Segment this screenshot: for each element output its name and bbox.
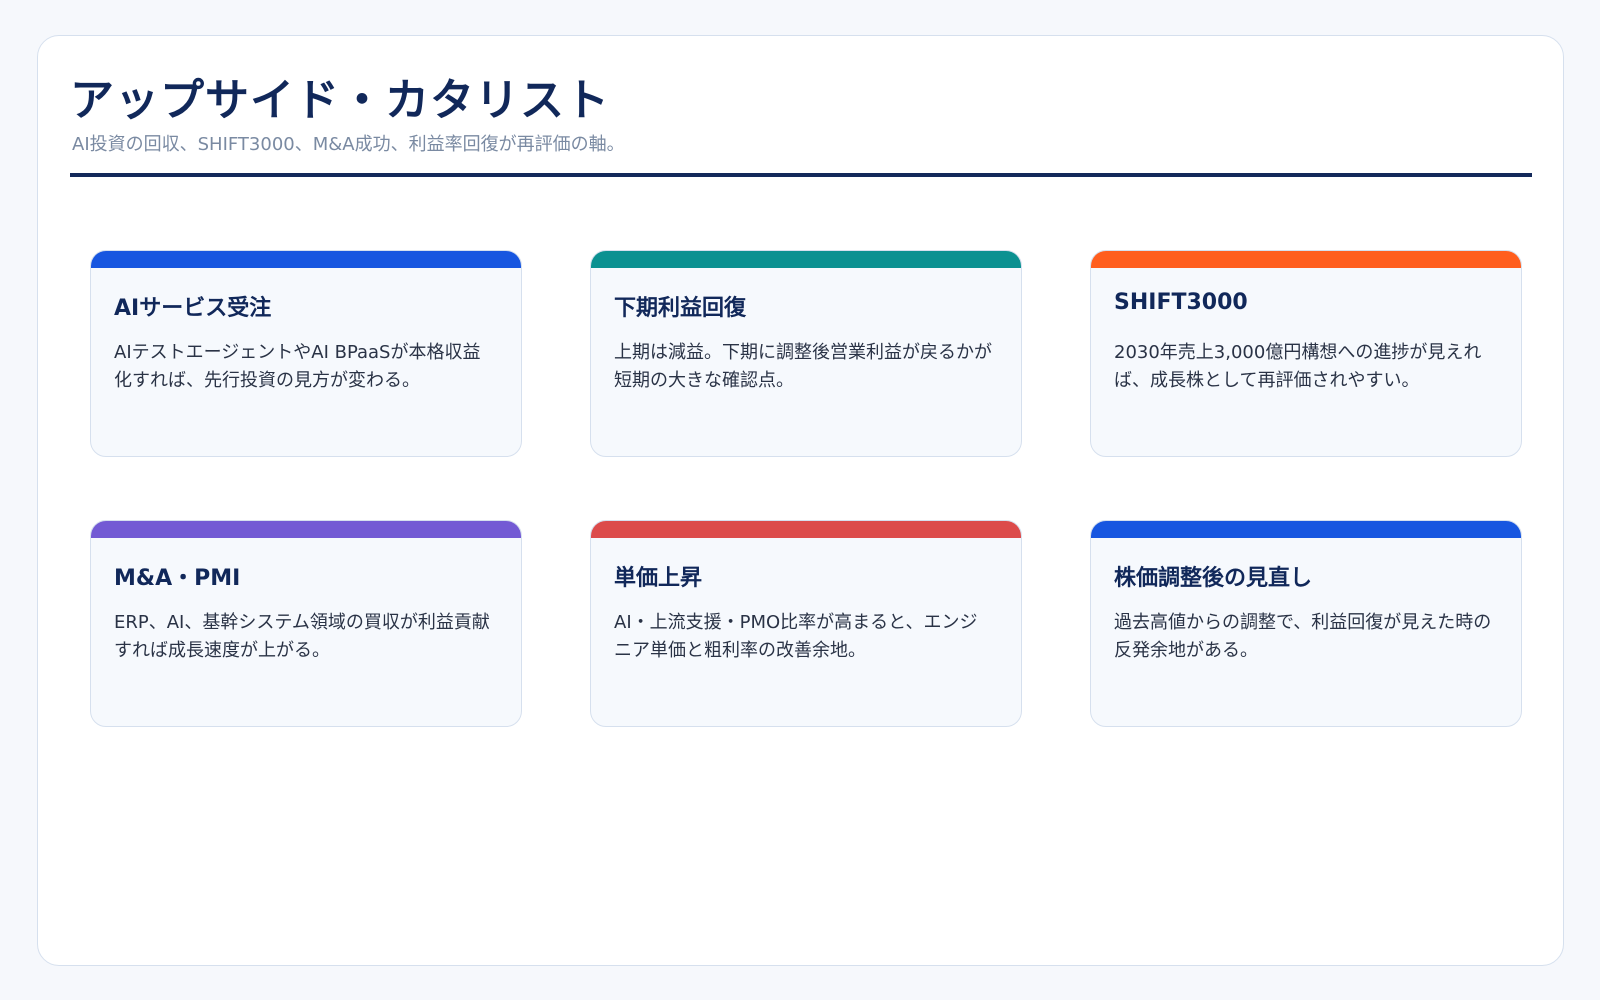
card-title: AIサービス受注 <box>114 296 272 321</box>
card-title: 下期利益回復 <box>614 296 747 321</box>
card-title: 単価上昇 <box>614 566 703 591</box>
page-subtitle: AI投資の回収、SHIFT3000、M&A成功、利益率回復が再評価の軸。 <box>72 134 625 155</box>
card-title: M&A・PMI <box>114 566 241 591</box>
catalyst-card-shift3000: SHIFT3000 2030年売上3,000億円構想への進捗が見えれば、成長株と… <box>1090 250 1522 457</box>
card-accent-bar <box>1091 251 1521 268</box>
catalyst-grid: AIサービス受注 AIテストエージェントやAI BPaaSが本格収益化すれば、先… <box>90 250 1522 727</box>
slide-frame: アップサイド・カタリスト AI投資の回収、SHIFT3000、M&A成功、利益率… <box>37 35 1564 966</box>
catalyst-card-ma-pmi: M&A・PMI ERP、AI、基幹システム領域の買収が利益貢献すれば成長速度が上… <box>90 520 522 727</box>
card-body: 上期は減益。下期に調整後営業利益が戻るかが短期の大きな確認点。 <box>614 342 992 391</box>
card-body: 2030年売上3,000億円構想への進捗が見えれば、成長株として再評価されやすい… <box>1114 342 1482 391</box>
catalyst-card-ai-services: AIサービス受注 AIテストエージェントやAI BPaaSが本格収益化すれば、先… <box>90 250 522 457</box>
catalyst-card-unit-price: 単価上昇 AI・上流支援・PMO比率が高まると、エンジニア単価と粗利率の改善余地… <box>590 520 1022 727</box>
title-divider <box>70 173 1532 177</box>
card-body: ERP、AI、基幹システム領域の買収が利益貢献すれば成長速度が上がる。 <box>114 612 490 661</box>
card-accent-bar <box>91 521 521 538</box>
card-title: 株価調整後の見直し <box>1114 566 1313 591</box>
card-accent-bar <box>591 251 1021 268</box>
page-title: アップサイド・カタリスト <box>70 75 610 126</box>
card-body: AIテストエージェントやAI BPaaSが本格収益化すれば、先行投資の見方が変わ… <box>114 342 481 391</box>
card-body: 過去高値からの調整で、利益回復が見えた時の反発余地がある。 <box>1114 612 1492 661</box>
card-body: AI・上流支援・PMO比率が高まると、エンジニア単価と粗利率の改善余地。 <box>614 612 978 661</box>
catalyst-card-share-price-review: 株価調整後の見直し 過去高値からの調整で、利益回復が見えた時の反発余地がある。 <box>1090 520 1522 727</box>
catalyst-card-h2-profit: 下期利益回復 上期は減益。下期に調整後営業利益が戻るかが短期の大きな確認点。 <box>590 250 1022 457</box>
card-accent-bar <box>591 521 1021 538</box>
card-accent-bar <box>1091 521 1521 538</box>
card-accent-bar <box>91 251 521 268</box>
card-title: SHIFT3000 <box>1114 290 1248 315</box>
